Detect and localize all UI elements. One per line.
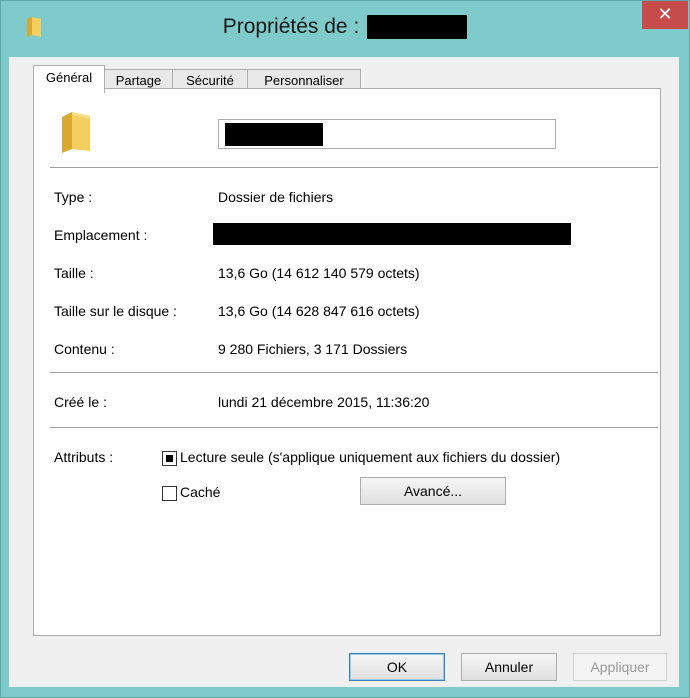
readonly-label[interactable]: Lecture seule (s'applique uniquement aux… (180, 449, 560, 465)
readonly-checkbox[interactable] (162, 451, 177, 466)
general-panel: Type : Dossier de fichiers Emplacement :… (33, 88, 661, 636)
hidden-label[interactable]: Caché (180, 484, 220, 500)
close-icon: ✕ (657, 4, 673, 25)
apply-button[interactable]: Appliquer (573, 653, 667, 681)
window-title: Propriétés de : (1, 15, 689, 40)
cancel-button[interactable]: Annuler (461, 653, 557, 681)
type-value: Dossier de fichiers (218, 189, 334, 205)
separator (50, 427, 658, 428)
attributes-label: Attributs : (54, 449, 114, 465)
separator (50, 167, 658, 168)
size-on-disk-label: Taille sur le disque : (54, 303, 177, 319)
tab-general[interactable]: Général (33, 65, 105, 93)
folder-name-input[interactable] (218, 119, 556, 149)
hidden-checkbox[interactable] (162, 486, 177, 501)
dialog-client: Général Partage Sécurité Personnaliser T… (9, 57, 679, 687)
folder-icon (62, 112, 90, 153)
size-label: Taille : (54, 265, 94, 281)
separator (50, 372, 658, 373)
redacted-location (213, 223, 571, 245)
title-bar[interactable]: Propriétés de : ✕ (1, 1, 689, 57)
location-label: Emplacement : (54, 227, 148, 243)
contents-value: 9 280 Fichiers, 3 171 Dossiers (218, 341, 408, 357)
size-on-disk-value: 13,6 Go (14 628 847 616 octets) (218, 303, 420, 319)
close-button[interactable]: ✕ (642, 1, 688, 29)
advanced-button[interactable]: Avancé... (360, 477, 506, 505)
redacted-title (367, 15, 468, 40)
redacted-name (225, 123, 323, 146)
size-value: 13,6 Go (14 612 140 579 octets) (218, 265, 420, 281)
created-value: lundi 21 décembre 2015, 11:36:20 (218, 394, 430, 410)
ok-button[interactable]: OK (349, 653, 445, 681)
properties-window: Propriétés de : ✕ Général Partage Sécuri… (0, 0, 690, 698)
created-label: Créé le : (54, 394, 107, 410)
contents-label: Contenu : (54, 341, 115, 357)
type-label: Type : (54, 189, 93, 205)
